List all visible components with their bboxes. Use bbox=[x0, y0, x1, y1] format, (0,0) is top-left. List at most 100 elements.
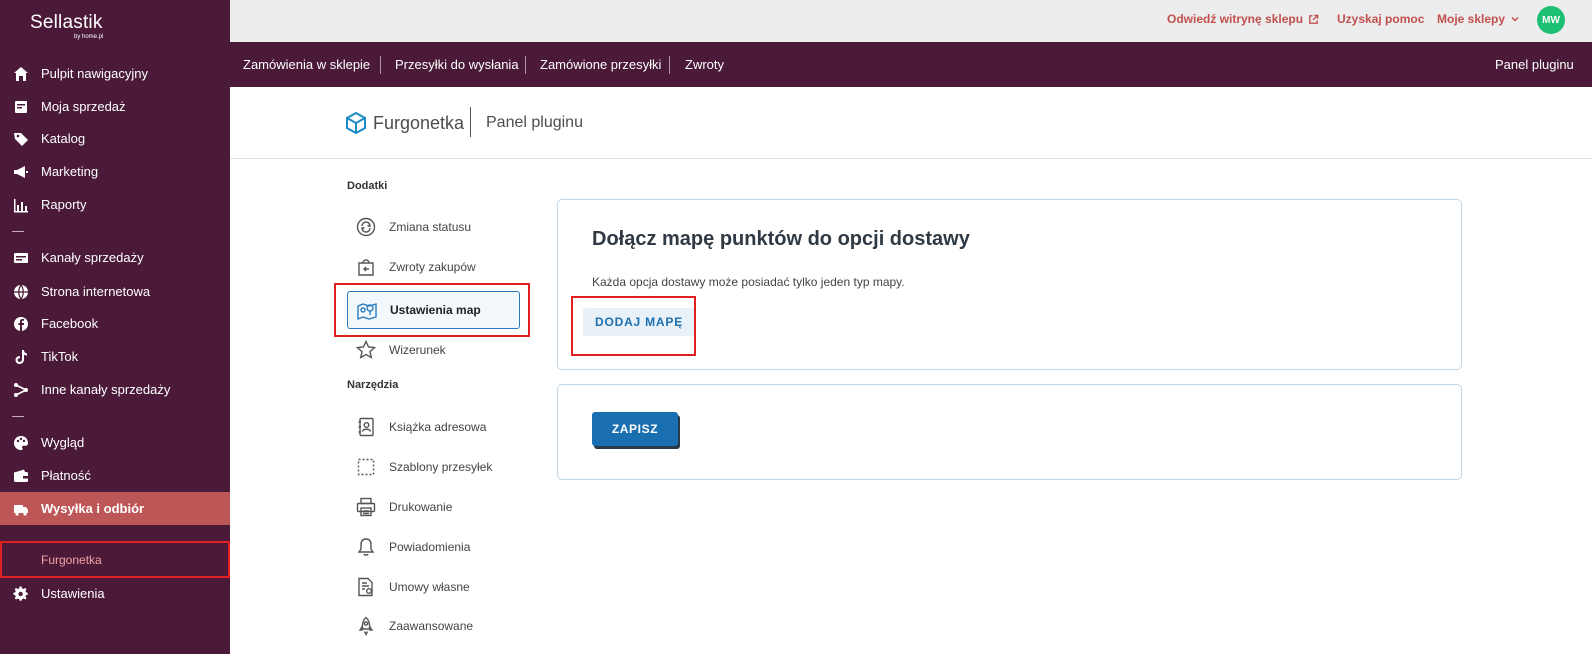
furgonetka-logo: Furgonetka bbox=[345, 111, 464, 135]
sidebar-item-payment[interactable]: Płatność bbox=[0, 459, 230, 492]
wallet-icon bbox=[12, 467, 30, 485]
sidebar-item-settings[interactable]: Ustawienia bbox=[0, 577, 230, 610]
sidebar-item-label: Strona internetowa bbox=[41, 284, 151, 299]
brand-sub: by home.pl bbox=[74, 34, 104, 40]
menu-item-label: Ustawienia map bbox=[390, 303, 481, 317]
gear-icon bbox=[12, 585, 30, 603]
template-icon bbox=[355, 456, 377, 478]
sidebar-item-appearance[interactable]: Wygląd bbox=[0, 426, 230, 459]
menu-item-printing[interactable]: Drukowanie bbox=[347, 488, 520, 526]
sidebar-item-catalog[interactable]: Katalog bbox=[0, 122, 230, 155]
tag-icon bbox=[12, 130, 30, 148]
sidebar-item-label: Inne kanały sprzedaży bbox=[41, 382, 171, 397]
sidebar-item-label: Pulpit nawigacyjny bbox=[41, 66, 148, 81]
section-title-addons: Dodatki bbox=[347, 180, 388, 192]
sidebar-item-sales-channels[interactable]: Kanały sprzedaży bbox=[0, 241, 230, 274]
menu-item-shipment-templates[interactable]: Szablony przesyłek bbox=[347, 448, 520, 486]
sidebar-item-label: Ustawienia bbox=[41, 586, 105, 601]
sellastik-logo[interactable]: Sellastik by home.pl bbox=[30, 12, 120, 44]
nav-divider bbox=[12, 231, 24, 232]
channels-icon bbox=[12, 249, 30, 267]
sidebar-item-label: Kanały sprzedaży bbox=[41, 250, 144, 265]
facebook-icon bbox=[12, 315, 30, 333]
sidebar-item-shipping[interactable]: Wysyłka i odbiór bbox=[0, 492, 230, 525]
save-card: ZAPISZ bbox=[557, 384, 1462, 480]
sidebar-item-other-channels[interactable]: Inne kanały sprzedaży bbox=[0, 373, 230, 406]
help-link[interactable]: Uzyskaj pomoc bbox=[1337, 12, 1424, 26]
tab-shipments-to-send[interactable]: Przesyłki do wysłania bbox=[395, 42, 519, 87]
menu-item-address-book[interactable]: Książka adresowa bbox=[347, 408, 520, 446]
menu-item-status-change[interactable]: Zmiana statusu bbox=[347, 208, 520, 246]
plugin-navbar: Zamówienia w sklepie Przesyłki do wysłan… bbox=[230, 42, 1592, 87]
sidebar-item-reports[interactable]: Raporty bbox=[0, 188, 230, 221]
save-button[interactable]: ZAPISZ bbox=[592, 412, 678, 446]
truck-icon bbox=[12, 500, 30, 518]
add-map-button[interactable]: DODAJ MAPĘ bbox=[583, 308, 696, 336]
menu-item-label: Zwroty zakupów bbox=[389, 260, 476, 274]
plugin-header: Furgonetka Panel pluginu bbox=[230, 87, 1592, 159]
sidebar-item-marketing[interactable]: Marketing bbox=[0, 155, 230, 188]
chevron-down-icon bbox=[1511, 16, 1519, 22]
visit-store-link[interactable]: Odwiedź witrynę sklepu bbox=[1167, 12, 1319, 26]
menu-item-label: Książka adresowa bbox=[389, 420, 487, 434]
sidebar-item-label: Facebook bbox=[41, 316, 99, 331]
map-pin-icon bbox=[356, 299, 378, 321]
menu-item-advanced[interactable]: Zaawansowane bbox=[347, 607, 520, 645]
share-icon bbox=[12, 381, 30, 399]
menu-item-label: Umowy własne bbox=[389, 580, 470, 594]
sidebar-item-dashboard[interactable]: Pulpit nawigacyjny bbox=[0, 57, 230, 90]
menu-item-label: Wizerunek bbox=[389, 343, 446, 357]
rocket-icon bbox=[355, 615, 377, 637]
sidebar-subitem-furgonetka[interactable]: Furgonetka bbox=[0, 541, 230, 578]
menu-item-notifications[interactable]: Powiadomienia bbox=[347, 528, 520, 566]
tab-store-orders[interactable]: Zamówienia w sklepie bbox=[243, 42, 370, 87]
sales-icon bbox=[12, 98, 30, 116]
sidebar-item-tiktok[interactable]: TikTok bbox=[0, 340, 230, 373]
tab-divider bbox=[380, 56, 381, 74]
sidebar-item-label: Wysyłka i odbiór bbox=[41, 501, 145, 516]
avatar[interactable]: MW bbox=[1537, 6, 1565, 34]
tab-returns[interactable]: Zwroty bbox=[685, 42, 724, 87]
palette-icon bbox=[12, 434, 30, 452]
page-title: Panel pluginu bbox=[486, 114, 583, 131]
menu-item-own-contracts[interactable]: Umowy własne bbox=[347, 568, 520, 606]
tab-divider bbox=[669, 56, 670, 74]
sidebar-item-label: Moja sprzedaż bbox=[41, 99, 126, 114]
section-title-tools: Narzędzia bbox=[347, 379, 399, 391]
tab-ordered-shipments[interactable]: Zamówione przesyłki bbox=[540, 42, 661, 87]
sidebar: Sellastik by home.pl Pulpit nawigacyjny … bbox=[0, 0, 230, 654]
add-map-card: Dołącz mapę punktów do opcji dostawy Każ… bbox=[557, 199, 1462, 370]
menu-item-map-settings[interactable]: Ustawienia map bbox=[347, 291, 520, 329]
contract-icon bbox=[355, 576, 377, 598]
printer-icon bbox=[355, 496, 377, 518]
address-book-icon bbox=[355, 416, 377, 438]
star-icon bbox=[355, 339, 377, 361]
menu-item-purchase-returns[interactable]: Zwroty zakupów bbox=[347, 248, 520, 286]
sidebar-item-label: Raporty bbox=[41, 197, 87, 212]
card-title: Dołącz mapę punktów do opcji dostawy bbox=[592, 228, 970, 250]
help-label: Uzyskaj pomoc bbox=[1337, 12, 1425, 26]
menu-item-branding[interactable]: Wizerunek bbox=[347, 331, 520, 369]
tab-plugin-panel[interactable]: Panel pluginu bbox=[1495, 42, 1574, 87]
menu-item-label: Drukowanie bbox=[389, 500, 453, 514]
my-stores-label: Moje sklepy bbox=[1437, 12, 1506, 26]
my-stores-dropdown[interactable]: Moje sklepy bbox=[1437, 12, 1520, 26]
tab-divider bbox=[525, 56, 526, 74]
external-link-icon bbox=[1309, 14, 1319, 24]
globe-icon bbox=[12, 283, 30, 301]
sidebar-item-sales[interactable]: Moja sprzedaż bbox=[0, 90, 230, 123]
sidebar-subitem-label: Furgonetka bbox=[41, 552, 102, 567]
refresh-icon bbox=[355, 216, 377, 238]
nav-divider bbox=[12, 416, 24, 417]
furgonetka-box-icon bbox=[346, 111, 366, 135]
return-bag-icon bbox=[355, 256, 377, 278]
sidebar-item-label: Płatność bbox=[41, 468, 91, 483]
sidebar-item-facebook[interactable]: Facebook bbox=[0, 307, 230, 340]
sidebar-item-label: Marketing bbox=[41, 164, 99, 179]
bell-icon bbox=[355, 536, 377, 558]
sidebar-item-label: Wygląd bbox=[41, 435, 85, 450]
card-description: Każda opcja dostawy może posiadać tylko … bbox=[592, 275, 905, 289]
brand-name: Sellastik bbox=[30, 12, 103, 33]
sidebar-item-label: TikTok bbox=[41, 349, 79, 364]
sidebar-item-website[interactable]: Strona internetowa bbox=[0, 275, 230, 308]
